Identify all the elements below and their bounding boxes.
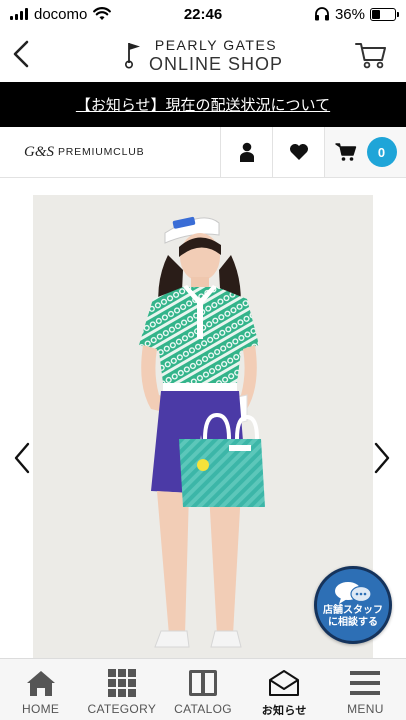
grid-icon [107, 669, 136, 697]
battery-icon [370, 7, 399, 21]
club-name: PREMIUMCLUB [58, 146, 145, 158]
notice-banner: 【お知らせ】現在の配送状況について [0, 82, 406, 127]
nav-home[interactable]: HOME [0, 659, 81, 720]
staff-label-line2: に相談する [328, 617, 378, 628]
nav-news[interactable]: お知らせ [244, 659, 325, 720]
cart-count-badge: 0 [366, 137, 397, 167]
nav-menu[interactable]: MENU [325, 659, 406, 720]
logo-shop: ONLINE SHOP [148, 53, 284, 74]
member-bar: G&S PREMIUMCLUB 0 [0, 127, 406, 178]
header-cart-button[interactable] [354, 40, 388, 70]
chat-bubbles-icon [335, 582, 372, 604]
menu-icon [350, 671, 381, 695]
book-icon [189, 670, 217, 696]
app-header: PEARLY GATES ONLINE SHOP [0, 28, 406, 82]
flag-logo-icon [124, 43, 140, 69]
nav-news-label: お知らせ [261, 704, 307, 717]
member-cart-button[interactable]: 0 [325, 127, 406, 177]
staff-label-line1: 店舗スタッフ [323, 605, 383, 616]
bottom-nav: HOME CATEGORY CATALOG お知らせ MENU [0, 658, 406, 720]
chevron-left-icon [14, 442, 30, 474]
nav-catalog-label: CATALOG [174, 702, 232, 716]
home-icon [26, 671, 55, 696]
nav-category-label: CATEGORY [87, 702, 157, 716]
status-bar: docomo 22:46 36% [0, 0, 406, 28]
cart-icon [355, 43, 386, 69]
status-left: docomo [10, 5, 112, 23]
signal-icon [10, 8, 28, 20]
cart-icon [334, 143, 356, 161]
chevron-right-icon [374, 442, 390, 474]
wifi-icon [93, 7, 112, 20]
premium-club-logo[interactable]: G&S PREMIUMCLUB [0, 127, 221, 177]
nav-home-label: HOME [22, 702, 60, 716]
notice-link[interactable]: 【お知らせ】現在の配送状況について [76, 94, 330, 115]
staff-consult-button[interactable]: 店舗スタッフ に相談する [314, 566, 392, 644]
carrier-label: docomo [34, 5, 88, 23]
nav-category[interactable]: CATEGORY [81, 659, 162, 720]
heart-icon [289, 144, 308, 160]
nav-menu-label: MENU [347, 702, 384, 716]
envelope-icon [269, 670, 300, 696]
back-button[interactable] [6, 38, 36, 70]
prev-image-button[interactable] [10, 440, 34, 476]
brand-logo[interactable]: PEARLY GATES ONLINE SHOP [123, 38, 283, 73]
favorites-button[interactable] [273, 127, 325, 177]
club-gs: G&S [24, 143, 54, 160]
headphones-icon [314, 7, 329, 21]
status-right: 36% [314, 5, 399, 23]
nav-catalog[interactable]: CATALOG [162, 659, 243, 720]
logo-text: PEARLY GATES ONLINE SHOP [149, 38, 283, 73]
person-icon [239, 142, 254, 162]
logo-brand: PEARLY GATES [154, 36, 278, 53]
battery-percent: 36% [334, 5, 365, 23]
next-image-button[interactable] [370, 440, 394, 476]
back-icon [13, 40, 29, 68]
account-button[interactable] [221, 127, 273, 177]
